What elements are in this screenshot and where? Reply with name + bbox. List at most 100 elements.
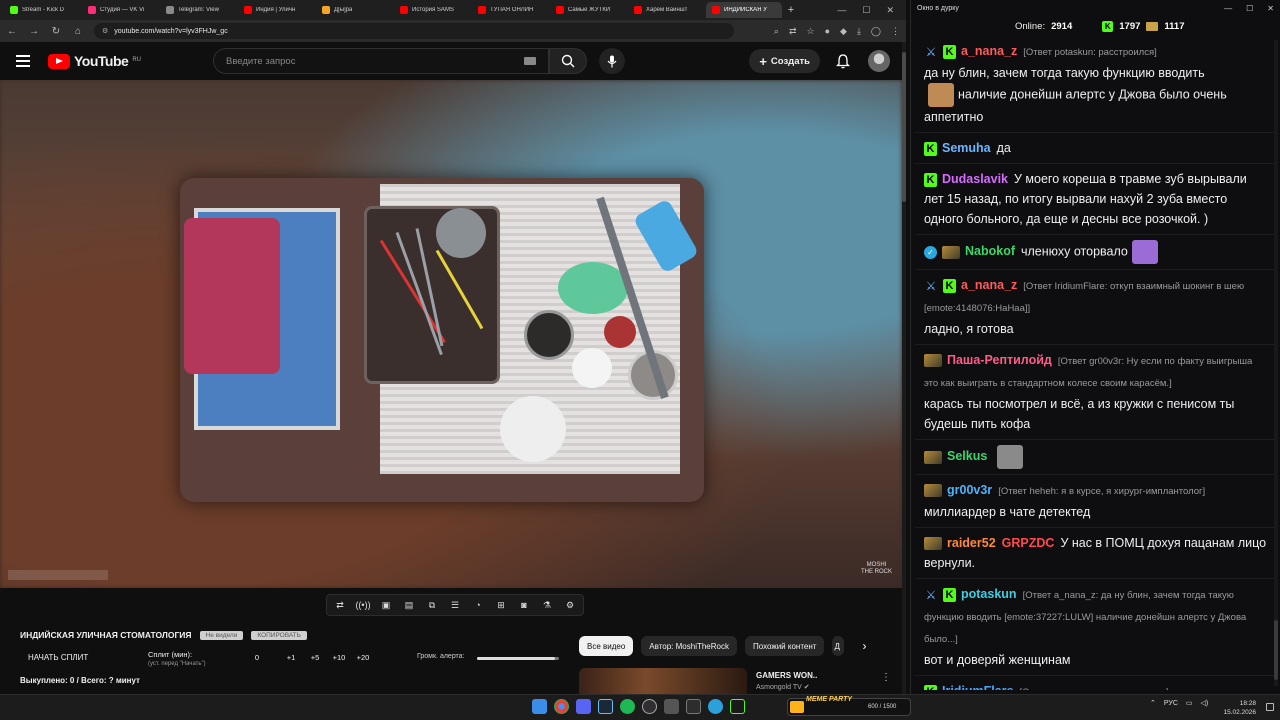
recommended-thumbnail[interactable] (579, 668, 747, 694)
speed-icon[interactable]: ◔ (471, 599, 485, 611)
spotify-icon[interactable] (620, 699, 635, 714)
app-icon[interactable] (686, 699, 701, 714)
search-button[interactable] (548, 48, 587, 74)
camera-icon[interactable]: ◙ (517, 599, 531, 611)
close-icon[interactable]: ✕ (1267, 4, 1274, 13)
browser-tab[interactable]: Самые ЖУТКИ (550, 2, 626, 18)
browser-tab[interactable]: ТУПАЯ ОНЛИН (472, 2, 548, 18)
alert-volume-slider[interactable] (477, 657, 559, 660)
bookmark-star-icon[interactable]: ☆ (807, 26, 815, 37)
browser-tab[interactable]: Харем Вайншт (628, 2, 704, 18)
broadcast-icon[interactable]: ((•)) (355, 599, 370, 611)
volume-icon[interactable]: ◁) (1201, 699, 1209, 707)
new-tab-button[interactable]: + (784, 4, 798, 16)
browser-tab[interactable]: Stream - Kick D (4, 2, 80, 18)
chat-username[interactable]: gr00v3r (947, 483, 992, 497)
keyboard-icon[interactable] (523, 57, 536, 65)
chat-username[interactable]: a_nana_z (961, 44, 1017, 58)
chat-username[interactable]: Semuha (942, 141, 991, 155)
browser-tab[interactable]: Д[ы]ра (316, 2, 392, 18)
settings-gear-icon[interactable]: ⚙ (563, 599, 577, 611)
minimize-icon[interactable]: — (837, 5, 846, 16)
scrollbar-thumb[interactable] (902, 52, 906, 202)
chip-author[interactable]: Автор: MoshiTheRock (641, 636, 737, 656)
language-indicator[interactable]: РУС (1164, 700, 1178, 707)
screen-icon[interactable]: ▣ (379, 599, 393, 611)
not-watched-badge[interactable]: Не видели (199, 630, 244, 640)
chat-username[interactable]: Selkus (947, 449, 987, 463)
minimize-icon[interactable]: — (1224, 4, 1232, 13)
tray-chevron-icon[interactable]: ⌃ (1150, 699, 1156, 707)
subtitles-icon[interactable]: ☰ (448, 599, 462, 611)
split-add-20-button[interactable]: +20 (351, 653, 375, 662)
chat-scrollbar[interactable] (1274, 40, 1278, 686)
start-icon[interactable] (532, 699, 547, 714)
browser-tab[interactable]: Студия — VK Vi (82, 2, 158, 18)
extension-icon[interactable]: ● (825, 26, 830, 37)
browser-tab[interactable]: Индия | Уличн (238, 2, 314, 18)
hamburger-menu-icon[interactable] (16, 55, 30, 67)
chat-username[interactable]: IridiumFlare (942, 684, 1014, 690)
chat-scrollbar-thumb[interactable] (1274, 620, 1278, 680)
meme-party-widget[interactable]: MEME PARTY 600 / 1500 (787, 696, 911, 716)
split-add-5-button[interactable]: +5 (303, 653, 327, 662)
chip-more[interactable]: Д (832, 636, 845, 656)
translate-icon[interactable]: ⇄ (789, 26, 797, 37)
video-player[interactable]: MOSHI THE ROCK (0, 80, 902, 588)
back-icon[interactable]: ← (6, 26, 18, 37)
loop-icon[interactable]: ⇄ (333, 599, 347, 611)
chat-username[interactable]: potaskun (961, 587, 1017, 601)
site-info-icon[interactable]: ⚙ (102, 27, 108, 35)
account-avatar[interactable] (868, 50, 890, 72)
obs-icon[interactable] (642, 699, 657, 714)
chat-username[interactable]: Nabokof (965, 244, 1015, 258)
browser-tab[interactable]: Telegram: View (160, 2, 236, 18)
split-add-1-button[interactable]: +1 (279, 653, 303, 662)
kick-app-icon[interactable] (730, 699, 745, 714)
chrome-icon[interactable] (554, 699, 569, 714)
recommended-title[interactable]: GAMERS WON.. (756, 671, 817, 680)
profile-icon[interactable]: ◯ (871, 26, 881, 37)
chat-username[interactable]: Dudaslavik (942, 172, 1008, 186)
close-icon[interactable]: ✕ (886, 5, 894, 16)
steam-icon[interactable] (598, 699, 613, 714)
notifications-icon[interactable] (1266, 703, 1274, 711)
browser-tab[interactable]: История SAMS (394, 2, 470, 18)
clock[interactable]: 18:28 15.02.2026 (1223, 699, 1256, 717)
chat-username[interactable]: Паша-Рептилойд (947, 353, 1052, 367)
maximize-icon[interactable]: ☐ (1246, 4, 1253, 13)
maximize-icon[interactable]: ☐ (862, 5, 870, 16)
chip-all-videos[interactable]: Все видео (579, 636, 634, 656)
copy-button[interactable]: КОПИРОВАТЬ (251, 630, 307, 640)
chat-username[interactable]: a_nana_z (961, 278, 1017, 292)
game-icon[interactable] (664, 699, 679, 714)
voice-search-button[interactable] (598, 48, 625, 74)
chevron-right-icon[interactable]: › (862, 639, 866, 653)
download-icon[interactable]: ⤓ (857, 26, 861, 37)
chip-similar[interactable]: Похожий контент (744, 636, 825, 656)
notifications-bell-icon[interactable] (836, 53, 850, 69)
menu-icon[interactable]: ⋮ (891, 26, 900, 37)
home-icon[interactable]: ⌂ (72, 26, 84, 37)
extension-icon[interactable]: ◆ (840, 26, 847, 37)
recommended-channel[interactable]: Asmongold TV ✔ (756, 683, 810, 691)
url-field[interactable]: ⚙ youtube.com/watch?v=lyv3FHJw_gc (94, 23, 734, 39)
more-options-icon[interactable]: ⋮ (881, 672, 891, 683)
telegram-icon[interactable] (708, 699, 723, 714)
add-screen-icon[interactable]: ⊞ (494, 599, 508, 611)
browser-tab[interactable]: ИНДИЙСКАЯ У (706, 2, 782, 18)
forward-icon[interactable]: → (28, 26, 40, 37)
film-icon[interactable]: ▤ (402, 599, 416, 611)
youtube-logo[interactable]: YouTube RU (48, 53, 141, 69)
split-add-10-button[interactable]: +10 (327, 653, 351, 662)
chat-username[interactable]: raider52 (947, 536, 996, 550)
network-icon[interactable]: ▭ (1186, 699, 1193, 707)
zoom-icon[interactable]: ⌕ (774, 26, 779, 37)
flask-icon[interactable]: ⚗ (540, 599, 554, 611)
search-input[interactable]: Введите запрос (212, 48, 549, 74)
create-button[interactable]: + Создать (749, 49, 820, 73)
page-scrollbar[interactable] (902, 42, 906, 694)
pip-icon[interactable]: ⧉ (425, 599, 439, 611)
reload-icon[interactable]: ↻ (50, 26, 62, 37)
start-split-button[interactable]: НАЧАТЬ СПЛИТ (28, 653, 88, 662)
